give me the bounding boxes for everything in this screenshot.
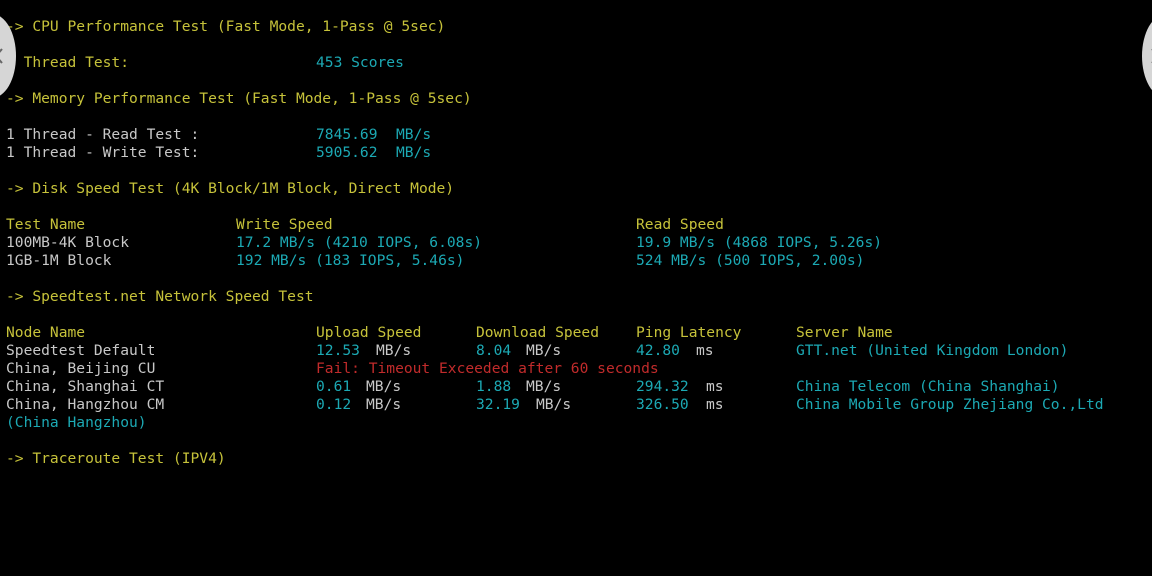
network-row-node: China, Shanghai CT — [6, 378, 165, 395]
network-row-wrap: (China Hangzhou) — [6, 414, 147, 432]
network-row-ping-unit: ms — [706, 378, 724, 395]
network-col-server: Server Name — [796, 324, 893, 341]
cpu-label: 1 Thread Test: — [6, 54, 130, 71]
network-row-server-wrap: (China Hangzhou) — [6, 414, 147, 431]
memory-write-unit: MB/s — [396, 144, 432, 161]
disk-row: 1GB-1M Block 192 MB/s (183 IOPS, 5.46s) … — [6, 252, 864, 270]
disk-table-header: Test Name Write Speed Read Speed — [6, 216, 724, 234]
disk-row-read: 524 MB/s (500 IOPS, 2.00s) — [636, 252, 865, 269]
network-row-ping: 326.50 — [636, 396, 689, 413]
disk-col-read-speed: Read Speed — [636, 216, 724, 233]
network-col-node-name: Node Name — [6, 324, 86, 341]
memory-read-unit: MB/s — [396, 126, 432, 143]
disk-col-test-name: Test Name — [6, 216, 86, 233]
network-row-fail-message: Fail: Timeout Exceeded after 60 seconds — [316, 360, 659, 377]
network-row-download-unit: MB/s — [536, 396, 572, 413]
network-row-ping-unit: ms — [696, 342, 714, 359]
network-row: China, Shanghai CT 0.61 MB/s 1.88 MB/s 2… — [6, 378, 1060, 396]
network-col-ping: Ping Latency — [636, 324, 742, 341]
memory-write-value: 5905.62 — [316, 144, 378, 161]
network-row-upload-unit: MB/s — [366, 378, 402, 395]
network-col-download: Download Speed — [476, 324, 600, 341]
disk-row: 100MB-4K Block 17.2 MB/s (4210 IOPS, 6.0… — [6, 234, 882, 252]
disk-row-write: 192 MB/s (183 IOPS, 5.46s) — [236, 252, 465, 269]
disk-row-read: 19.9 MB/s (4868 IOPS, 5.26s) — [636, 234, 883, 251]
network-row-upload-unit: MB/s — [366, 396, 402, 413]
network-row: China, Beijing CU Fail: Timeout Exceeded… — [6, 360, 659, 378]
network-row-upload-unit: MB/s — [376, 342, 412, 359]
network-row-upload: 12.53 — [316, 342, 360, 359]
network-row-node: Speedtest Default — [6, 342, 156, 359]
traceroute-section-header: -> Traceroute Test (IPV4) — [6, 450, 226, 468]
network-header-text: -> Speedtest.net Network Speed Test — [6, 288, 314, 305]
traceroute-header-text: -> Traceroute Test (IPV4) — [6, 450, 226, 467]
network-row: China, Hangzhou CM 0.12 MB/s 32.19 MB/s … — [6, 396, 1104, 414]
network-row-node: China, Beijing CU — [6, 360, 156, 377]
network-row-node: China, Hangzhou CM — [6, 396, 165, 413]
disk-row-name: 100MB-4K Block — [6, 234, 130, 251]
disk-row-write: 17.2 MB/s (4210 IOPS, 6.08s) — [236, 234, 483, 251]
network-row-download-unit: MB/s — [526, 342, 562, 359]
cpu-header-text: -> CPU Performance Test (Fast Mode, 1-Pa… — [6, 18, 446, 35]
network-section-header: -> Speedtest.net Network Speed Test — [6, 288, 314, 306]
network-row-upload: 0.12 — [316, 396, 352, 413]
network-table-header: Node Name Upload Speed Download Speed Pi… — [6, 324, 893, 342]
memory-section-header: -> Memory Performance Test (Fast Mode, 1… — [6, 90, 472, 108]
network-row-download: 1.88 — [476, 378, 512, 395]
network-row-download: 32.19 — [476, 396, 520, 413]
memory-header-text: -> Memory Performance Test (Fast Mode, 1… — [6, 90, 472, 107]
network-row-upload: 0.61 — [316, 378, 352, 395]
disk-section-header: -> Disk Speed Test (4K Block/1M Block, D… — [6, 180, 454, 198]
memory-read-label: 1 Thread - Read Test : — [6, 126, 200, 143]
network-row-server: GTT.net (United Kingdom London) — [796, 342, 1069, 359]
memory-write-label: 1 Thread - Write Test: — [6, 144, 200, 161]
next-image-button[interactable] — [1142, 14, 1152, 98]
cpu-value: 453 Scores — [316, 54, 404, 71]
network-row-ping: 42.80 — [636, 342, 680, 359]
network-col-upload: Upload Speed — [316, 324, 422, 341]
memory-read-row: 1 Thread - Read Test : 7845.69 MB/s — [6, 126, 431, 144]
disk-col-write-speed: Write Speed — [236, 216, 333, 233]
network-row-ping: 294.32 — [636, 378, 689, 395]
disk-row-name: 1GB-1M Block — [6, 252, 112, 269]
network-row-server: China Mobile Group Zhejiang Co.,Ltd — [796, 396, 1104, 413]
network-row-ping-unit: ms — [706, 396, 724, 413]
memory-write-row: 1 Thread - Write Test: 5905.62 MB/s — [6, 144, 431, 162]
chevron-left-icon — [0, 48, 3, 64]
network-row-download-unit: MB/s — [526, 378, 562, 395]
disk-header-text: -> Disk Speed Test (4K Block/1M Block, D… — [6, 180, 455, 197]
network-row-download: 8.04 — [476, 342, 512, 359]
network-row-server: China Telecom (China Shanghai) — [796, 378, 1060, 395]
network-row: Speedtest Default 12.53 MB/s 8.04 MB/s 4… — [6, 342, 1068, 360]
memory-read-value: 7845.69 — [316, 126, 378, 143]
